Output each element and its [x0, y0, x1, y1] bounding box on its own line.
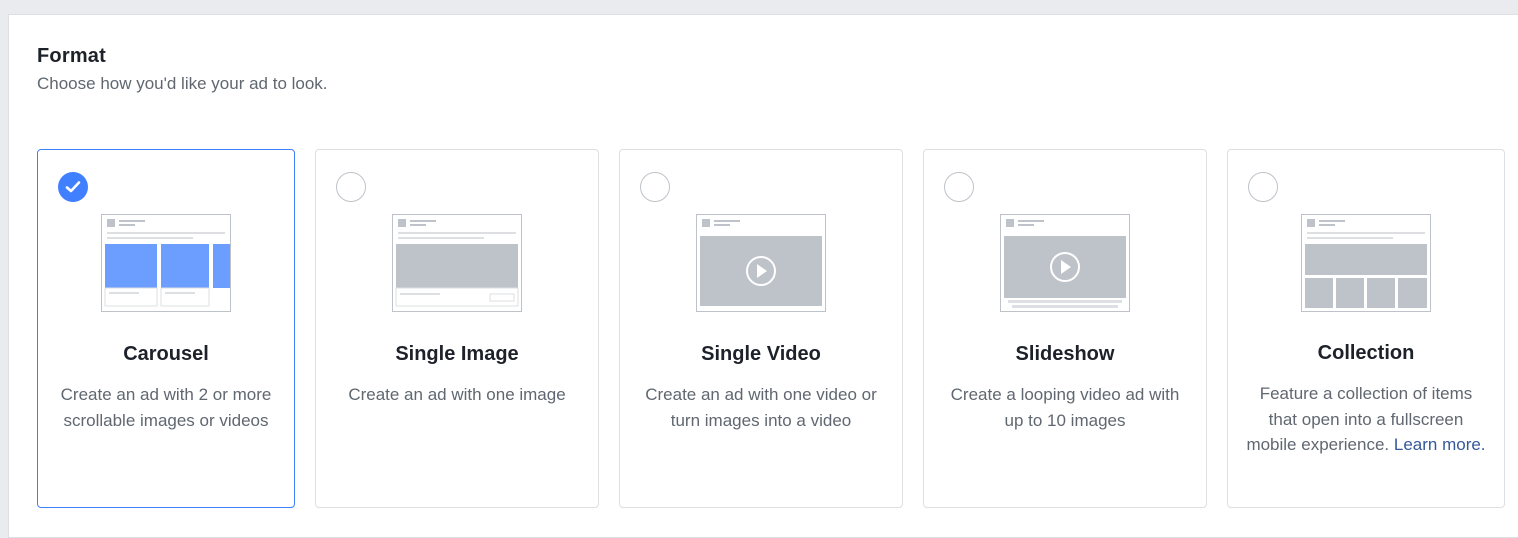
- format-title: Single Image: [395, 343, 519, 365]
- learn-more-link[interactable]: Learn more.: [1394, 435, 1486, 454]
- format-description: Create an ad with one video or turn imag…: [645, 385, 877, 430]
- format-title: Collection: [1317, 342, 1415, 364]
- format-description: Create a looping video ad with up to 10 …: [950, 385, 1180, 430]
- format-card-carousel[interactable]: Carousel Create an ad with 2 or more scr…: [37, 149, 295, 508]
- checkmark-icon[interactable]: [58, 172, 88, 202]
- radio-button[interactable]: [944, 172, 974, 202]
- format-description: Feature a collection of items that open …: [1246, 381, 1486, 458]
- single-video-preview-icon: [696, 214, 826, 312]
- radio-button[interactable]: [1248, 172, 1278, 202]
- section-title: Format: [37, 45, 106, 67]
- collection-preview-icon: [1301, 214, 1431, 312]
- format-card-single-video[interactable]: Single Video Create an ad with one video…: [619, 149, 903, 508]
- format-card-slideshow[interactable]: Slideshow Create a looping video ad with…: [923, 149, 1207, 508]
- format-description: Create an ad with 2 or more scrollable i…: [60, 385, 272, 430]
- format-card-single-image[interactable]: Single Image Create an ad with one image: [315, 149, 599, 508]
- format-title: Single Video: [701, 343, 821, 365]
- format-panel: Format Choose how you'd like your ad to …: [8, 14, 1518, 538]
- section-subtitle: Choose how you'd like your ad to look.: [37, 74, 328, 93]
- format-title: Slideshow: [1015, 343, 1115, 365]
- slideshow-preview-icon: [1000, 214, 1130, 312]
- format-description: Create an ad with one image: [348, 385, 566, 404]
- radio-button[interactable]: [336, 172, 366, 202]
- carousel-preview-icon: [101, 214, 231, 312]
- single-image-preview-icon: [392, 214, 522, 312]
- format-card-collection[interactable]: Collection Feature a collection of items…: [1227, 149, 1505, 508]
- format-title: Carousel: [123, 343, 209, 365]
- radio-button[interactable]: [640, 172, 670, 202]
